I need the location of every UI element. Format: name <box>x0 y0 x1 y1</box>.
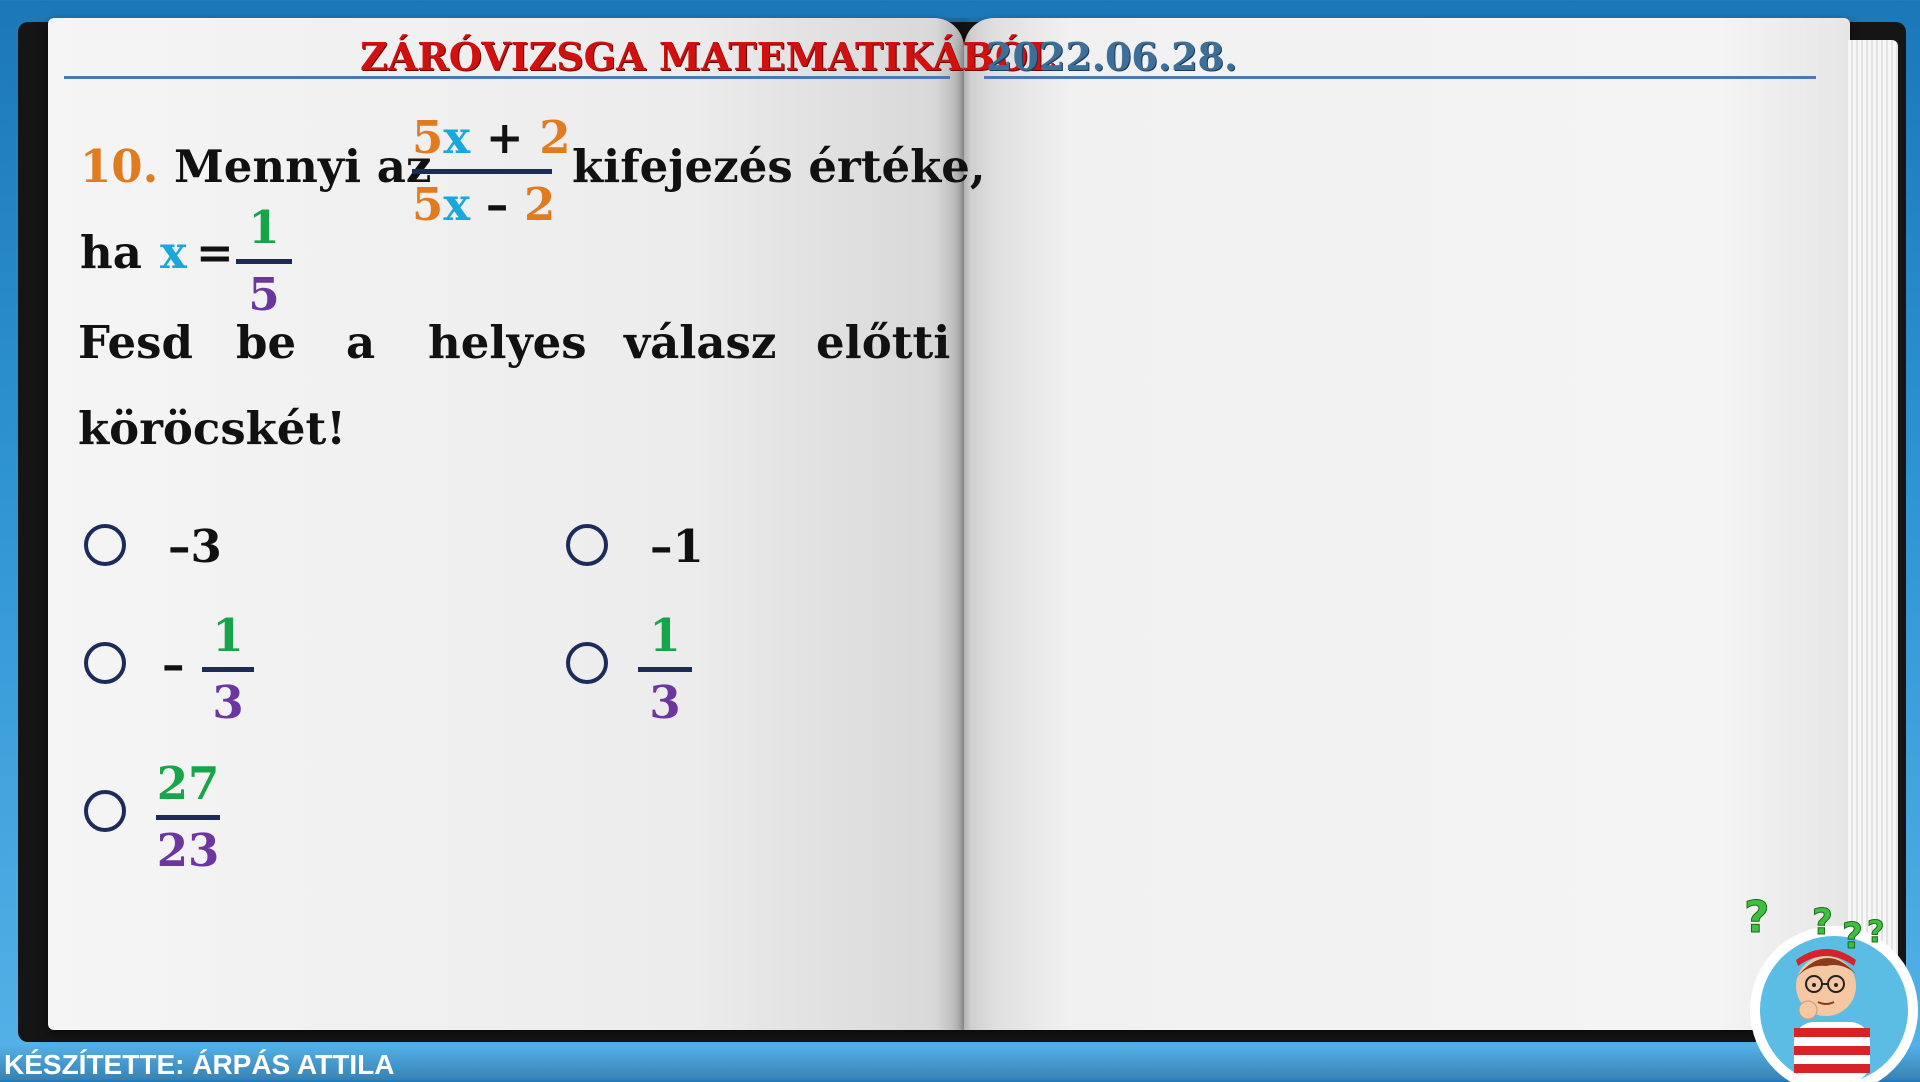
thinking-boy-icon: ? ? ? ? <box>1744 892 1918 1082</box>
option-c-radio[interactable] <box>84 642 126 684</box>
exam-date: 2022.06.28. <box>986 34 1238 79</box>
author-credit: KÉSZÍTETTE: ÁRPÁS ATTILA <box>4 1049 395 1080</box>
svg-text:?: ? <box>1812 902 1833 943</box>
page-title: ZÁRÓVIZSGA MATEMATIKÁBÓL <box>360 34 1055 79</box>
instruction-word: Fesd <box>78 316 193 369</box>
instruction-word: válasz <box>624 316 777 369</box>
instruction-word: be <box>236 316 297 369</box>
option-c-sign: – <box>162 638 185 691</box>
right-page <box>964 18 1850 1030</box>
instruction-word: helyes <box>428 316 587 369</box>
option-e-radio[interactable] <box>84 790 126 832</box>
header-rule-left <box>64 76 950 79</box>
option-d-radio[interactable] <box>566 642 608 684</box>
condition-value-denominator: 5 <box>248 268 280 321</box>
option-a-radio[interactable] <box>84 524 126 566</box>
option-b-value: –1 <box>650 520 704 573</box>
option-c-numerator: 1 <box>212 609 244 662</box>
condition-value-numerator: 1 <box>248 201 280 254</box>
fraction-bar <box>236 259 292 264</box>
instruction-line-2: köröcskét! <box>78 402 347 455</box>
option-d-numerator: 1 <box>649 609 681 662</box>
svg-text:?: ? <box>1867 915 1884 950</box>
option-d-fraction: 1 3 <box>638 608 692 731</box>
condition-prefix: ha <box>80 226 142 279</box>
option-a-value: –3 <box>168 520 222 573</box>
question-line-1: 10. Mennyi az <box>80 140 431 193</box>
condition-equals: = <box>196 226 234 279</box>
option-e-denominator: 23 <box>156 824 220 877</box>
option-d-denominator: 3 <box>649 676 681 729</box>
question-number: 10. <box>80 140 159 193</box>
svg-text:?: ? <box>1744 892 1770 943</box>
option-e-fraction: 27 23 <box>156 756 220 879</box>
condition-value-fraction: 1 5 <box>236 200 292 323</box>
fraction-bar <box>156 815 220 820</box>
fraction-bar <box>412 169 552 174</box>
fraction-bar <box>638 667 692 672</box>
instruction-word: előtti <box>816 316 951 369</box>
expression-denominator: 5x – 2 <box>412 178 556 231</box>
instruction-word: a <box>346 316 376 369</box>
condition-variable: x <box>160 226 187 279</box>
header-rule-right <box>984 76 1816 79</box>
option-c-denominator: 3 <box>212 676 244 729</box>
question-text-after: kifejezés értéke, <box>572 140 986 193</box>
fraction-bar <box>202 667 254 672</box>
expression-fraction: 5x + 2 5x – 2 <box>412 110 571 233</box>
svg-text:?: ? <box>1842 916 1863 957</box>
option-e-numerator: 27 <box>156 757 220 810</box>
expression-numerator: 5x + 2 <box>412 111 571 164</box>
question-text-before: Mennyi az <box>173 140 432 193</box>
option-c-fraction: 1 3 <box>202 608 254 731</box>
option-b-radio[interactable] <box>566 524 608 566</box>
